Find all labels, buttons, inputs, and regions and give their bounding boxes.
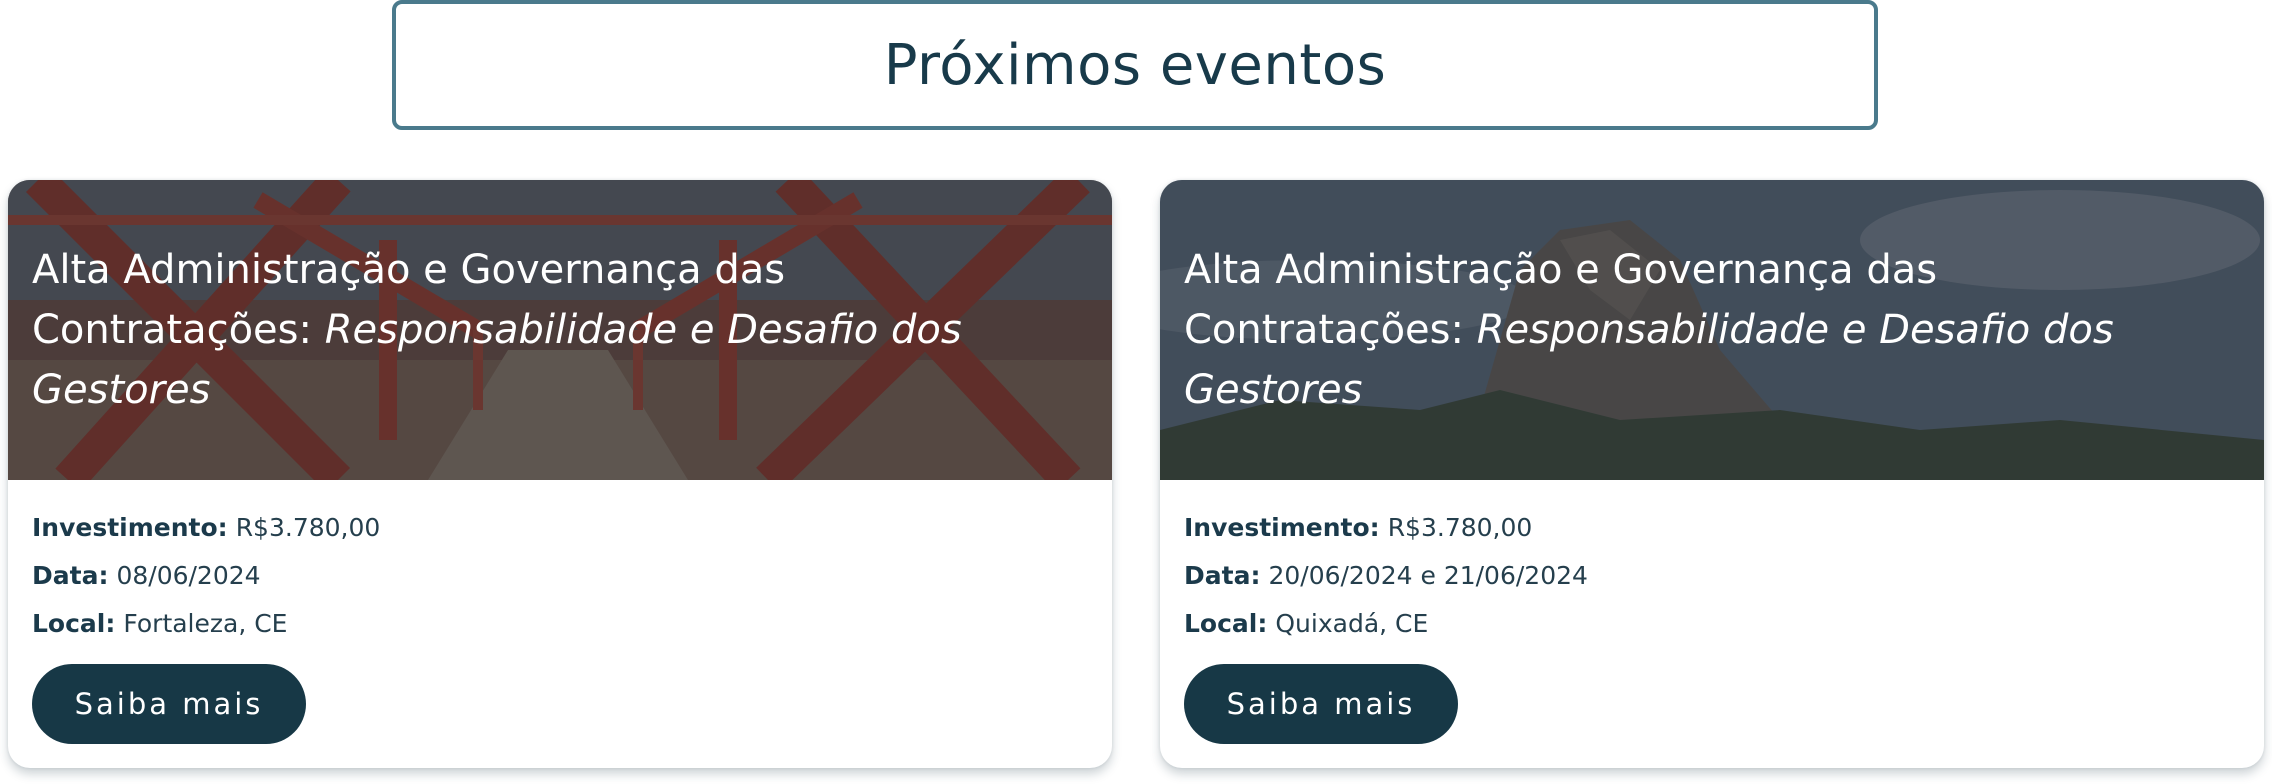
investment-label: Investimento: <box>1184 513 1380 542</box>
saiba-mais-button[interactable]: Saiba mais <box>32 664 306 744</box>
section-title-box: Próximos eventos <box>392 0 1878 130</box>
date-row: Data: 08/06/2024 <box>32 552 1088 600</box>
investment-label: Investimento: <box>32 513 228 542</box>
date-row: Data: 20/06/2024 e 21/06/2024 <box>1184 552 2240 600</box>
event-card: Alta Administração e Governança das Cont… <box>8 180 1112 768</box>
investment-value: R$3.780,00 <box>1387 513 1533 542</box>
location-row: Local: Fortaleza, CE <box>32 600 1088 648</box>
location-value: Quixadá, CE <box>1275 609 1429 638</box>
saiba-mais-button[interactable]: Saiba mais <box>1184 664 1458 744</box>
event-title: Alta Administração e Governança das Cont… <box>32 240 1072 420</box>
event-banner: Alta Administração e Governança das Cont… <box>1160 180 2264 480</box>
investment-row: Investimento: R$3.780,00 <box>32 504 1088 552</box>
event-card: Alta Administração e Governança das Cont… <box>1160 180 2264 768</box>
event-banner: Alta Administração e Governança das Cont… <box>8 180 1112 480</box>
date-label: Data: <box>1184 561 1261 590</box>
date-label: Data: <box>32 561 109 590</box>
date-value: 20/06/2024 e 21/06/2024 <box>1268 561 1588 590</box>
date-value: 08/06/2024 <box>116 561 261 590</box>
event-info: Investimento: R$3.780,00 Data: 08/06/2024 … <box>8 480 1112 744</box>
events-section: Próximos eventos Alta Administração e Go… <box>0 0 2272 784</box>
section-title: Próximos eventos <box>883 32 1387 98</box>
location-row: Local: Quixadá, CE <box>1184 600 2240 648</box>
investment-value: R$3.780,00 <box>235 513 381 542</box>
event-info: Investimento: R$3.780,00 Data: 20/06/2024 … <box>1160 480 2264 744</box>
location-label: Local: <box>32 609 116 638</box>
location-value: Fortaleza, CE <box>123 609 288 638</box>
event-title: Alta Administração e Governança das Cont… <box>1184 240 2224 420</box>
investment-row: Investimento: R$3.780,00 <box>1184 504 2240 552</box>
location-label: Local: <box>1184 609 1268 638</box>
